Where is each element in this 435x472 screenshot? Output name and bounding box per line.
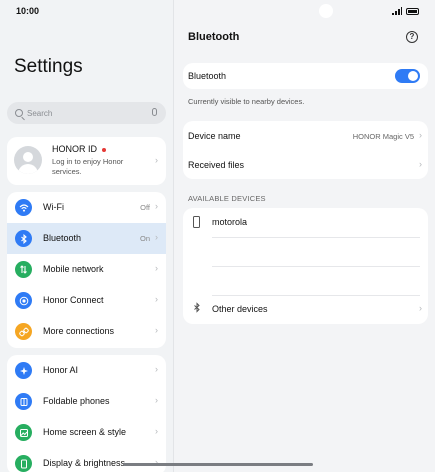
connectivity-group: Wi-Fi Off › Bluetooth On › Mobile networ…: [7, 192, 166, 348]
divider: [212, 295, 420, 296]
display-brightness-icon: [15, 455, 32, 472]
menu-label-bluetooth: Bluetooth: [43, 233, 82, 243]
bluetooth-toggle[interactable]: [395, 69, 420, 83]
mobile-network-icon: [15, 261, 32, 278]
chevron-right-icon: ›: [155, 426, 158, 436]
device-group: Honor AI › Foldable phones › Home screen…: [7, 355, 166, 472]
available-devices-header: AVAILABLE DEVICES: [188, 194, 266, 203]
help-icon[interactable]: ?: [406, 31, 418, 43]
menu-label-display-brightness: Display & brightness: [43, 458, 126, 468]
more-connections-icon: [15, 323, 32, 340]
menu-label-honor-ai: Honor AI: [43, 365, 79, 375]
gesture-bar[interactable]: [123, 463, 313, 466]
wifi-status: Off: [140, 203, 150, 212]
received-files-row[interactable]: Received files ›: [183, 150, 428, 179]
phone-icon: [193, 216, 200, 228]
chevron-right-icon: ›: [155, 232, 158, 242]
notification-dot: [102, 147, 106, 152]
search-placeholder: Search: [27, 108, 53, 118]
settings-pane: Settings Search HONOR ID Log in to enjoy…: [0, 0, 174, 472]
chevron-right-icon: ›: [419, 303, 422, 313]
menu-item-wifi[interactable]: Wi-Fi Off ›: [7, 192, 166, 223]
menu-item-home-screen[interactable]: Home screen & style ›: [7, 417, 166, 448]
status-time: 10:00: [16, 6, 40, 16]
search-icon: [15, 109, 23, 117]
device-name-value: HONOR Magic V5: [352, 132, 414, 141]
battery-icon: [406, 7, 419, 15]
bluetooth-toggle-row: Bluetooth: [183, 63, 428, 89]
menu-label-mobile-network: Mobile network: [43, 264, 104, 274]
bluetooth-toggle-label: Bluetooth: [188, 71, 227, 81]
wifi-icon: [15, 199, 32, 216]
available-devices-card: motorola Other devices ›: [183, 208, 428, 324]
honor-id-title: HONOR ID: [52, 144, 97, 154]
device-name-row[interactable]: Device name HONOR Magic V5 ›: [183, 121, 428, 150]
other-devices-row[interactable]: Other devices: [212, 304, 268, 314]
device-settings-card: Device name HONOR Magic V5 › Received fi…: [183, 121, 428, 179]
chevron-right-icon: ›: [155, 294, 158, 304]
received-files-label: Received files: [188, 160, 245, 170]
search-input[interactable]: Search: [7, 102, 166, 124]
foldable-phones-icon: [15, 393, 32, 410]
menu-item-honor-ai[interactable]: Honor AI ›: [7, 355, 166, 386]
menu-label-honor-connect: Honor Connect: [43, 295, 104, 305]
settings-title: Settings: [14, 56, 83, 77]
divider: [212, 266, 420, 267]
divider: [212, 237, 420, 238]
menu-item-bluetooth[interactable]: Bluetooth On ›: [7, 223, 166, 254]
home-screen-icon: [15, 424, 32, 441]
honor-id-card[interactable]: HONOR ID Log in to enjoy Honor services.…: [7, 137, 166, 185]
menu-item-foldable-phones[interactable]: Foldable phones ›: [7, 386, 166, 417]
chevron-right-icon: ›: [419, 159, 422, 169]
signal-icon: [392, 7, 402, 15]
honor-ai-icon: [15, 362, 32, 379]
menu-item-mobile-network[interactable]: Mobile network ›: [7, 254, 166, 285]
microphone-icon[interactable]: [152, 108, 157, 116]
bluetooth-icon: [15, 230, 32, 247]
menu-label-more-connections: More connections: [43, 326, 115, 336]
camera-cutout: [319, 4, 333, 18]
chevron-right-icon: ›: [155, 155, 158, 165]
menu-item-display-brightness[interactable]: Display & brightness ›: [7, 448, 166, 472]
chevron-right-icon: ›: [155, 201, 158, 211]
device-motorola[interactable]: motorola: [212, 217, 247, 227]
chevron-right-icon: ›: [155, 364, 158, 374]
chevron-right-icon: ›: [155, 395, 158, 405]
chevron-right-icon: ›: [155, 263, 158, 273]
bluetooth-icon: [193, 302, 201, 316]
device-name-label: Device name: [188, 131, 241, 141]
page-title: Bluetooth: [188, 31, 240, 43]
honor-id-subtitle: Log in to enjoy Honor services.: [52, 157, 124, 176]
chevron-right-icon: ›: [419, 130, 422, 140]
menu-label-foldable-phones: Foldable phones: [43, 396, 110, 406]
avatar: [14, 146, 42, 174]
chevron-right-icon: ›: [155, 325, 158, 335]
bluetooth-pane: Bluetooth ? Bluetooth Currently visible …: [174, 0, 435, 472]
bluetooth-status: On: [139, 234, 150, 243]
menu-label-wifi: Wi-Fi: [43, 202, 64, 212]
menu-item-honor-connect[interactable]: Honor Connect ›: [7, 285, 166, 316]
menu-label-home-screen: Home screen & style: [43, 427, 127, 437]
visibility-note: Currently visible to nearby devices.: [188, 97, 305, 106]
status-icons: [392, 7, 419, 15]
honor-connect-icon: [15, 292, 32, 309]
menu-item-more-connections[interactable]: More connections ›: [7, 316, 166, 347]
